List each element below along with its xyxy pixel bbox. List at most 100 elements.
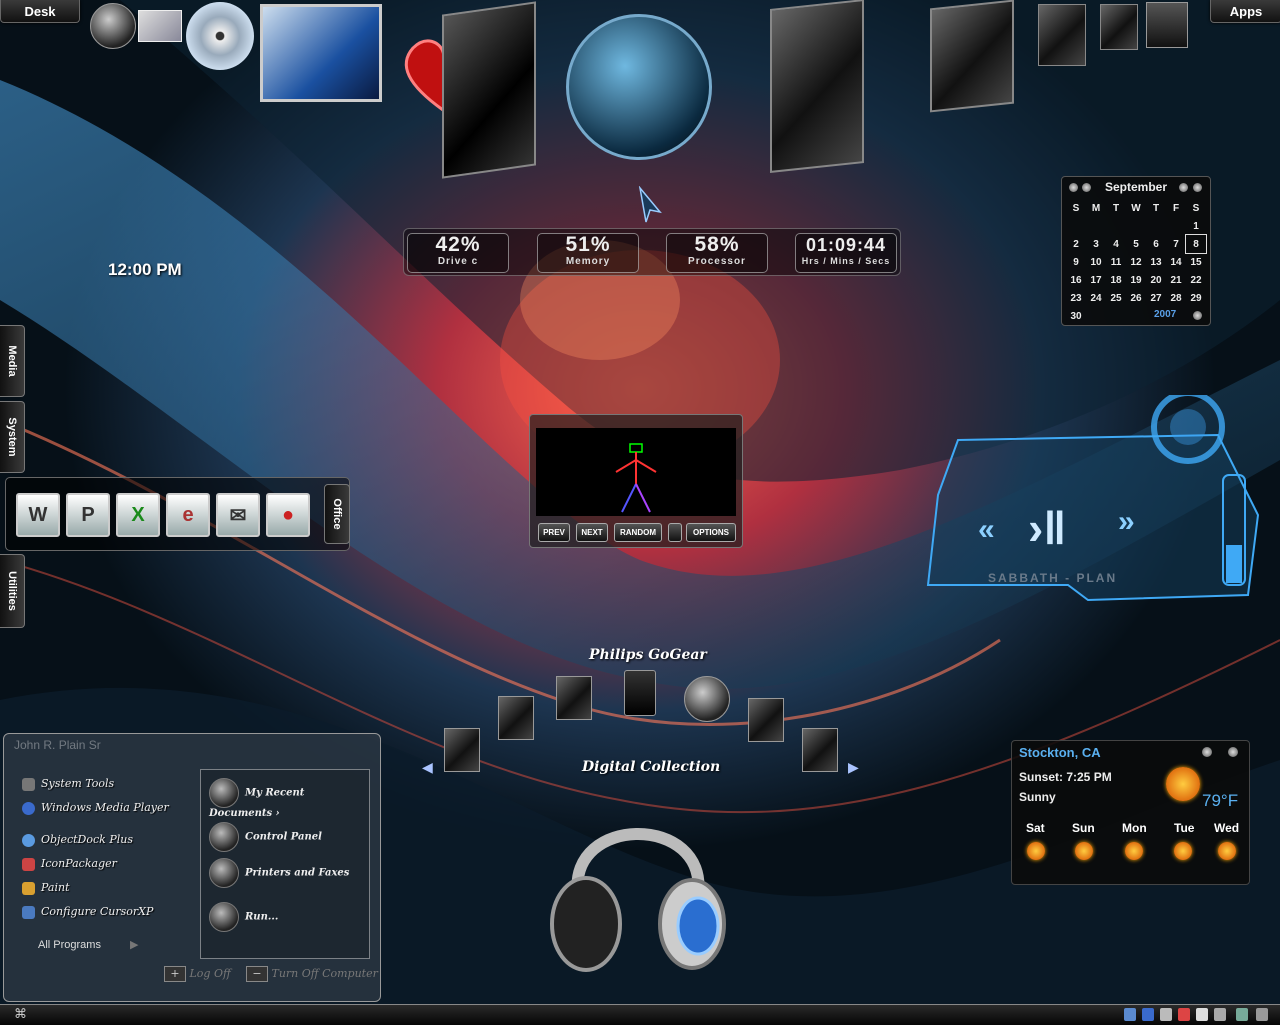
outlook-icon[interactable]: e — [166, 493, 210, 537]
calendar-weekday: W — [1131, 202, 1141, 214]
calendar-next-year-button[interactable] — [1193, 183, 1202, 192]
music-cd-icon[interactable] — [186, 2, 254, 70]
tools-icon[interactable] — [90, 3, 136, 49]
play-pause-button[interactable]: ›‖ — [1028, 501, 1066, 555]
documents-folder-icon[interactable] — [770, 0, 864, 173]
menu-item-paint[interactable]: Paint — [22, 881, 70, 895]
visualizer-prev-button[interactable]: PREV — [538, 523, 570, 542]
carousel-folder-icon[interactable] — [444, 728, 480, 772]
calendar-day[interactable]: 18 — [1106, 271, 1126, 289]
tray-misc-icon[interactable] — [1256, 1008, 1268, 1021]
folder-icon[interactable] — [442, 1, 536, 179]
excel-icon[interactable]: X — [116, 493, 160, 537]
calendar-day[interactable]: 13 — [1146, 253, 1166, 271]
calendar-day[interactable]: 27 — [1146, 289, 1166, 307]
visualizer-options-button[interactable]: OPTIONS — [686, 523, 736, 542]
start-button[interactable]: ⌘ — [14, 1006, 42, 1023]
globe-internet-icon[interactable] — [566, 14, 712, 160]
calendar-day[interactable]: 14 — [1166, 253, 1186, 271]
office-side-tab[interactable]: Office — [324, 484, 350, 544]
menu-item-control-panel[interactable]: Control Panel — [209, 822, 322, 852]
tray-security-icon[interactable] — [1178, 1008, 1190, 1021]
utilities-side-tab[interactable]: Utilities — [0, 554, 25, 628]
mail-icon[interactable] — [138, 10, 182, 42]
calendar-day[interactable]: 9 — [1066, 253, 1086, 271]
calendar-day[interactable]: 28 — [1166, 289, 1186, 307]
menu-item-objectdock-plus[interactable]: ObjectDock Plus — [22, 833, 133, 847]
calendar-day[interactable]: 20 — [1146, 271, 1166, 289]
apps-tab[interactable]: Apps — [1210, 0, 1280, 23]
menu-item-printers-and-faxes[interactable]: Printers and Faxes — [209, 858, 349, 888]
calendar-day[interactable]: 11 — [1106, 253, 1126, 271]
calendar-day[interactable]: 19 — [1126, 271, 1146, 289]
recycle-bin-icon[interactable] — [1146, 2, 1188, 48]
carousel-folder-icon[interactable] — [498, 696, 534, 740]
headphones-icon[interactable] — [548, 784, 732, 974]
turn-off-button[interactable]: − Turn Off Computer — [246, 966, 378, 982]
calendar-day[interactable]: 10 — [1086, 253, 1106, 271]
tray-device-icon[interactable] — [1160, 1008, 1172, 1021]
calendar-day[interactable]: 26 — [1126, 289, 1146, 307]
menu-item-system-tools[interactable]: System Tools — [22, 777, 114, 791]
tools-orb-icon[interactable] — [684, 676, 730, 722]
calendar-day[interactable]: 29 — [1186, 289, 1206, 307]
next-track-button[interactable]: » — [1118, 505, 1135, 539]
tray-app-icon[interactable] — [1214, 1008, 1226, 1021]
tray-volume-icon[interactable] — [1196, 1008, 1208, 1021]
media-side-tab[interactable]: Media — [0, 325, 25, 397]
weather-city: Stockton, CA — [1019, 745, 1101, 760]
calendar-day[interactable]: 8 — [1185, 234, 1207, 254]
calendar-day[interactable]: 22 — [1186, 271, 1206, 289]
menu-item-iconpackager[interactable]: IconPackager — [22, 857, 117, 871]
previous-track-button[interactable]: « — [978, 513, 995, 547]
weather-close-button[interactable] — [1228, 747, 1238, 757]
menu-item-configure-cursorxp[interactable]: Configure CursorXP — [22, 905, 153, 919]
gogear-player-icon[interactable] — [624, 670, 656, 716]
calendar-day[interactable]: 3 — [1086, 235, 1106, 253]
calendar-day[interactable]: 23 — [1066, 289, 1086, 307]
calendar-day[interactable]: 16 — [1066, 271, 1086, 289]
visualizer-toggle-button[interactable] — [668, 523, 682, 542]
carousel-prev-arrow-icon[interactable]: ◀ — [422, 759, 433, 776]
calendar-day[interactable]: 4 — [1106, 235, 1126, 253]
carousel-next-arrow-icon[interactable]: ▶ — [848, 759, 859, 776]
calendar-day[interactable]: 24 — [1086, 289, 1106, 307]
video-folder-icon[interactable] — [1038, 4, 1086, 66]
calendar-day[interactable]: 25 — [1106, 289, 1126, 307]
menu-item-windows-media-player[interactable]: Windows Media Player — [22, 801, 169, 815]
tray-network-icon[interactable] — [1124, 1008, 1136, 1021]
calendar-next-month-button[interactable] — [1179, 183, 1188, 192]
calendar-day[interactable]: 12 — [1126, 253, 1146, 271]
carousel-folder-icon[interactable] — [556, 676, 592, 720]
visualizer-next-button[interactable]: NEXT — [576, 523, 608, 542]
pictures-folder-icon[interactable] — [930, 0, 1014, 113]
visualizer-random-button[interactable]: RANDOM — [614, 523, 662, 542]
calendar-day[interactable]: 15 — [1186, 253, 1206, 271]
weather-minimize-button[interactable] — [1202, 747, 1212, 757]
tray-bluetooth-icon[interactable] — [1142, 1008, 1154, 1021]
calendar-day[interactable]: 6 — [1146, 235, 1166, 253]
tray-update-icon[interactable] — [1236, 1008, 1248, 1021]
log-off-button[interactable]: + Log Off — [164, 966, 231, 982]
calendar-close-button[interactable] — [1193, 311, 1202, 320]
calendar-day[interactable]: 5 — [1126, 235, 1146, 253]
menu-item-my-recent-documents[interactable]: My Recent Documents › — [209, 778, 369, 819]
powerpoint-icon[interactable]: ● — [266, 493, 310, 537]
all-programs-button[interactable]: All Programs ▶ — [38, 938, 139, 951]
downloads-folder-icon[interactable] — [1100, 4, 1138, 50]
monitor-icon[interactable] — [260, 4, 382, 102]
calendar-day[interactable]: 30 — [1066, 307, 1086, 325]
calendar-day[interactable]: 1 — [1186, 217, 1206, 235]
carousel-folder-icon[interactable] — [802, 728, 838, 772]
publisher-icon[interactable]: P — [66, 493, 110, 537]
carousel-folder-icon[interactable] — [748, 698, 784, 742]
system-side-tab[interactable]: System — [0, 401, 25, 473]
mail-merge-icon[interactable]: ✉ — [216, 493, 260, 537]
calendar-day[interactable]: 2 — [1066, 235, 1086, 253]
calendar-day[interactable]: 21 — [1166, 271, 1186, 289]
calendar-day[interactable]: 17 — [1086, 271, 1106, 289]
menu-item-run[interactable]: Run... — [209, 902, 278, 932]
word-icon[interactable]: W — [16, 493, 60, 537]
desk-tab[interactable]: Desk — [0, 0, 80, 23]
calendar-day[interactable]: 7 — [1166, 235, 1186, 253]
